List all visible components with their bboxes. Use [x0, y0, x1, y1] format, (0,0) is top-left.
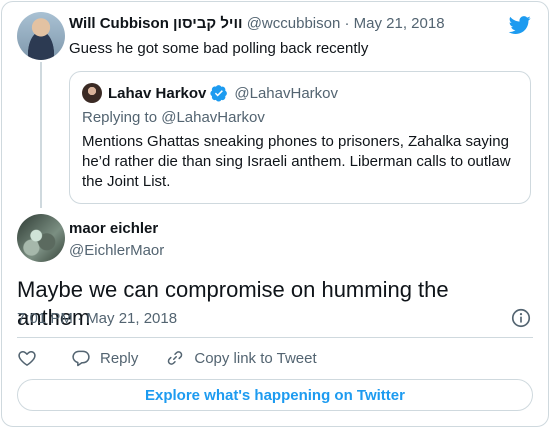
reply-bubble-icon	[72, 350, 90, 367]
heart-icon	[18, 351, 36, 366]
main-author-handle[interactable]: @EichlerMaor	[69, 242, 164, 259]
parent-separator: ·	[344, 15, 350, 32]
actions-divider	[17, 337, 533, 338]
link-icon	[168, 351, 183, 365]
parent-date[interactable]: May 21, 2018	[354, 15, 445, 32]
explore-twitter-button[interactable]: Explore what's happening on Twitter	[17, 379, 533, 411]
parent-author-handle[interactable]: @wccubbison	[247, 15, 341, 32]
twitter-bird-icon[interactable]	[508, 14, 532, 36]
parent-avatar[interactable]	[17, 12, 65, 60]
tweet-timestamp[interactable]: 7:01 PM · May 21, 2018	[17, 310, 177, 327]
copy-link-label: Copy link to Tweet	[194, 349, 317, 367]
quote-author-name[interactable]: Lahav Harkov	[108, 85, 206, 102]
verified-badge-icon	[210, 85, 228, 102]
reply-label: Reply	[100, 349, 139, 367]
info-icon[interactable]	[510, 307, 532, 329]
reply-button[interactable]: Reply	[71, 348, 138, 368]
quote-tweet-text: Mentions Ghattas sneaking phones to pris…	[82, 133, 511, 190]
copy-link-button[interactable]: Copy link to Tweet	[165, 348, 317, 368]
main-avatar[interactable]	[17, 214, 65, 262]
parent-author-name[interactable]: Will Cubbison וויל קביסון	[69, 15, 243, 32]
replying-to-label[interactable]: Replying to @LahavHarkov	[82, 109, 265, 126]
quote-header: Lahav Harkov @LahavHarkov	[108, 84, 338, 102]
quoted-tweet[interactable]: Lahav Harkov @LahavHarkov Replying to @L…	[69, 71, 531, 204]
parent-tweet-header: Will Cubbison וויל קביסון @wccubbison · …	[69, 15, 445, 32]
main-author-name[interactable]: maor eichler	[69, 220, 158, 237]
tweet-actions-bar: Reply Copy link to Tweet	[17, 346, 317, 370]
like-button[interactable]	[17, 348, 37, 368]
quote-avatar[interactable]	[82, 83, 102, 103]
parent-tweet-text: Guess he got some bad polling back recen…	[69, 40, 369, 57]
quote-author-handle[interactable]: @LahavHarkov	[234, 85, 338, 102]
thread-connector-line	[40, 62, 42, 208]
